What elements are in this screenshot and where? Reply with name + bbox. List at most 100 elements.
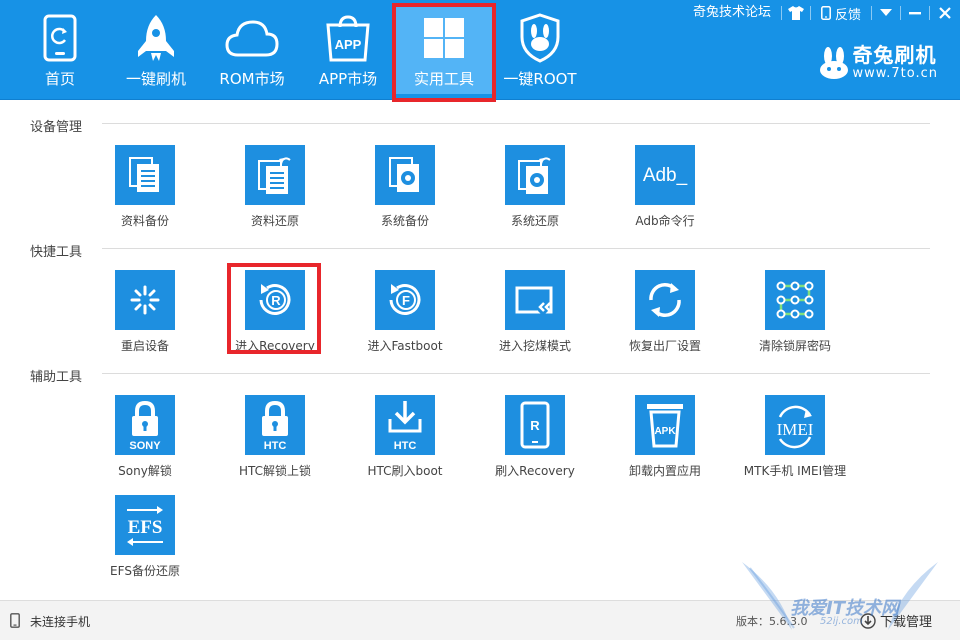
section-title-quick-tools: 快捷工具 [30,245,83,260]
brand-logo: 奇兔刷机 www.7to.cn [819,44,938,82]
tile-icon-box: SONY [115,395,175,455]
documents-restore-icon [258,157,291,194]
rocket-icon [138,15,174,61]
nav-label: 首页 [44,70,75,88]
nav-label: 一键刷机 [125,70,186,88]
nav-item-rom-market[interactable]: ROM市场 [204,6,300,94]
flash-recovery-icon-text: R [530,418,540,433]
tile-icon-box: HTC [375,395,435,455]
tile-factory-reset[interactable]: 恢复出厂设置 [595,270,735,354]
nav-label: ROM市场 [219,70,285,88]
tile-icon-box: HTC [245,395,305,455]
tile-label: 进入挖煤模式 [498,339,571,353]
efs-icon-text: EFS [128,517,163,538]
title-bar: 奇兔技术论坛 反馈 [683,0,960,26]
tile-icon-box: IMEI [765,395,825,455]
adb-icon: Adb_ [643,165,688,186]
app-bag-icon: APP [326,15,370,62]
tile-label: EFS备份还原 [110,564,180,578]
tile-label: 资料备份 [120,214,169,228]
main-nav: 首页 一键刷机 ROM市场 APP APP市场 实用工具 一键ROOT [12,3,588,102]
tile-data-restore[interactable]: 资料还原 [205,145,345,229]
nav-item-one-click-root[interactable]: 一键ROOT [492,6,588,94]
feedback-button[interactable]: 反馈 [811,0,871,26]
nav-item-home[interactable]: 首页 [12,6,108,94]
nav-item-app-market[interactable]: APP APP市场 [300,6,396,94]
highlight-frame [227,263,321,354]
skin-tshirt-icon[interactable] [782,0,810,26]
tile-adb-console[interactable]: Adb_ Adb命令行 [595,145,735,229]
brand-url: www.7to.cn [852,66,938,81]
tile-efs-backup-restore[interactable]: EFS EFS备份还原 [75,495,215,579]
grid-icon [424,18,464,58]
section-divider [102,248,930,249]
tile-sony-unlock[interactable]: SONY Sony解锁 [75,395,215,479]
tile-label: 进入Fastboot [367,339,443,353]
feedback-label: 反馈 [834,7,861,23]
htc-boot-icon-text: HTC [394,440,417,451]
download-mode-icon [515,286,553,316]
tile-label: MTK手机 IMEI管理 [743,464,847,478]
imei-icon-text: IMEI [777,420,814,439]
flash-recovery-icon: R [520,401,550,449]
tile-uninstall-system-apps[interactable]: APK 卸载内置应用 [595,395,735,479]
tile-icon-box [115,270,175,330]
tile-icon-box [765,270,825,330]
tile-flash-recovery[interactable]: R 刷入Recovery [465,395,605,479]
phone-refresh-icon [43,14,77,62]
tile-label: HTC刷入boot [367,464,443,478]
feedback-phone-icon [821,6,831,20]
tile-system-restore[interactable]: 系统还原 [465,145,605,229]
tile-mtk-imei-management[interactable]: IMEI MTK手机 IMEI管理 [725,395,865,479]
tile-icon-box [375,145,435,205]
apk-trash-icon: APK [647,404,683,448]
section-divider [102,123,930,124]
tile-label: 恢复出厂设置 [628,339,701,353]
sony-lock-icon: SONY [129,400,161,451]
tile-clear-lock-password[interactable]: 清除锁屏密码 [725,270,865,354]
tile-enter-fastboot[interactable]: F 进入Fastboot [335,270,475,354]
section-title-auxiliary-tools: 辅助工具 [30,370,83,385]
tile-label: 资料还原 [250,214,299,228]
nav-item-tools[interactable]: 实用工具 [392,3,496,102]
pattern-lock-icon [776,281,814,319]
tile-icon-box: Adb_ [635,145,695,205]
menu-dropdown-icon[interactable] [872,0,900,26]
tile-icon-box: EFS [115,495,175,555]
close-icon[interactable] [930,0,960,26]
nav-label: 实用工具 [413,70,474,88]
efs-icon: EFS [127,506,163,546]
tile-data-backup[interactable]: 资料备份 [75,145,215,229]
tile-htc-unlock[interactable]: HTC HTC解锁上锁 [205,395,345,479]
minimize-icon[interactable] [901,0,929,26]
tile-label: 刷入Recovery [495,464,575,478]
apk-icon-text: APK [654,426,676,437]
adb-icon-text: Adb_ [643,165,688,186]
tile-reboot-device[interactable]: 重启设备 [75,270,215,354]
tile-label: 清除锁屏密码 [758,339,831,353]
phone-disconnected-icon [10,613,20,628]
tile-system-backup[interactable]: 系统备份 [335,145,475,229]
tile-icon-box: APK [635,395,695,455]
nav-item-one-click-flash[interactable]: 一键刷机 [108,6,204,94]
fastboot-icon-text: F [402,293,410,308]
rabbit-logo-icon [819,47,848,79]
documents-icon [129,157,159,192]
app-bag-text: APP [335,37,362,52]
tile-icon-box: F [375,270,435,330]
section-title-device-management: 设备管理 [30,120,83,135]
tile-label: Sony解锁 [118,464,172,478]
watermark-subtext: 52ij.com [820,616,863,627]
tile-label: 系统备份 [380,214,429,228]
cloud-icon [225,20,279,57]
reboot-icon [130,285,160,315]
system-backup-icon [389,157,419,192]
imei-icon: IMEI [777,405,814,449]
tile-enter-download-mode[interactable]: 进入挖煤模式 [465,270,605,354]
tile-label: Adb命令行 [635,214,695,228]
forum-link[interactable]: 奇兔技术论坛 [683,0,781,26]
root-shield-icon [520,13,560,63]
tile-htc-flash-boot[interactable]: HTC HTC刷入boot [335,395,475,479]
htc-download-icon: HTC [388,401,422,451]
brand-name: 奇兔刷机 [852,43,937,67]
